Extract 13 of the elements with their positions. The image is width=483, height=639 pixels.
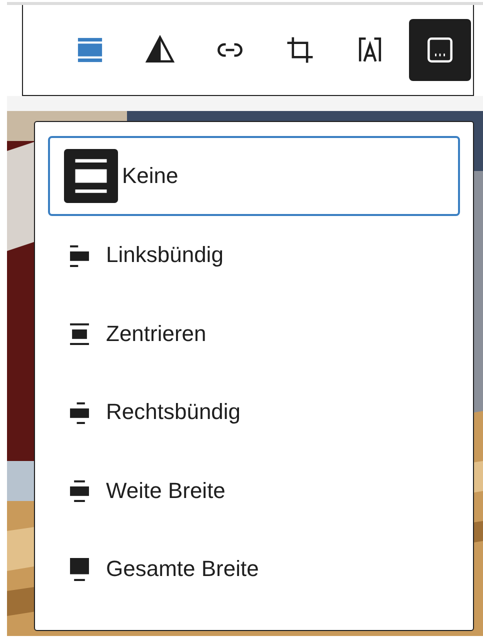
- caption-button[interactable]: [409, 19, 471, 81]
- align-center-icon: [70, 322, 89, 346]
- menu-item[interactable]: Linksbündig: [48, 216, 460, 294]
- align-left-icon: [70, 244, 89, 267]
- wide-width-icon: [70, 479, 89, 502]
- menu-item[interactable]: Gesamte Breite: [48, 530, 460, 608]
- menu-item[interactable]: Weite Breite: [48, 452, 460, 530]
- menu-item[interactable]: Zentrieren: [48, 294, 460, 373]
- menu-item[interactable]: Rechtsbündig: [48, 373, 460, 452]
- align-none-icon: [64, 149, 118, 203]
- align-right-icon: [70, 400, 89, 424]
- full-width-icon: [70, 558, 89, 581]
- menu-item[interactable]: Keine: [48, 136, 460, 216]
